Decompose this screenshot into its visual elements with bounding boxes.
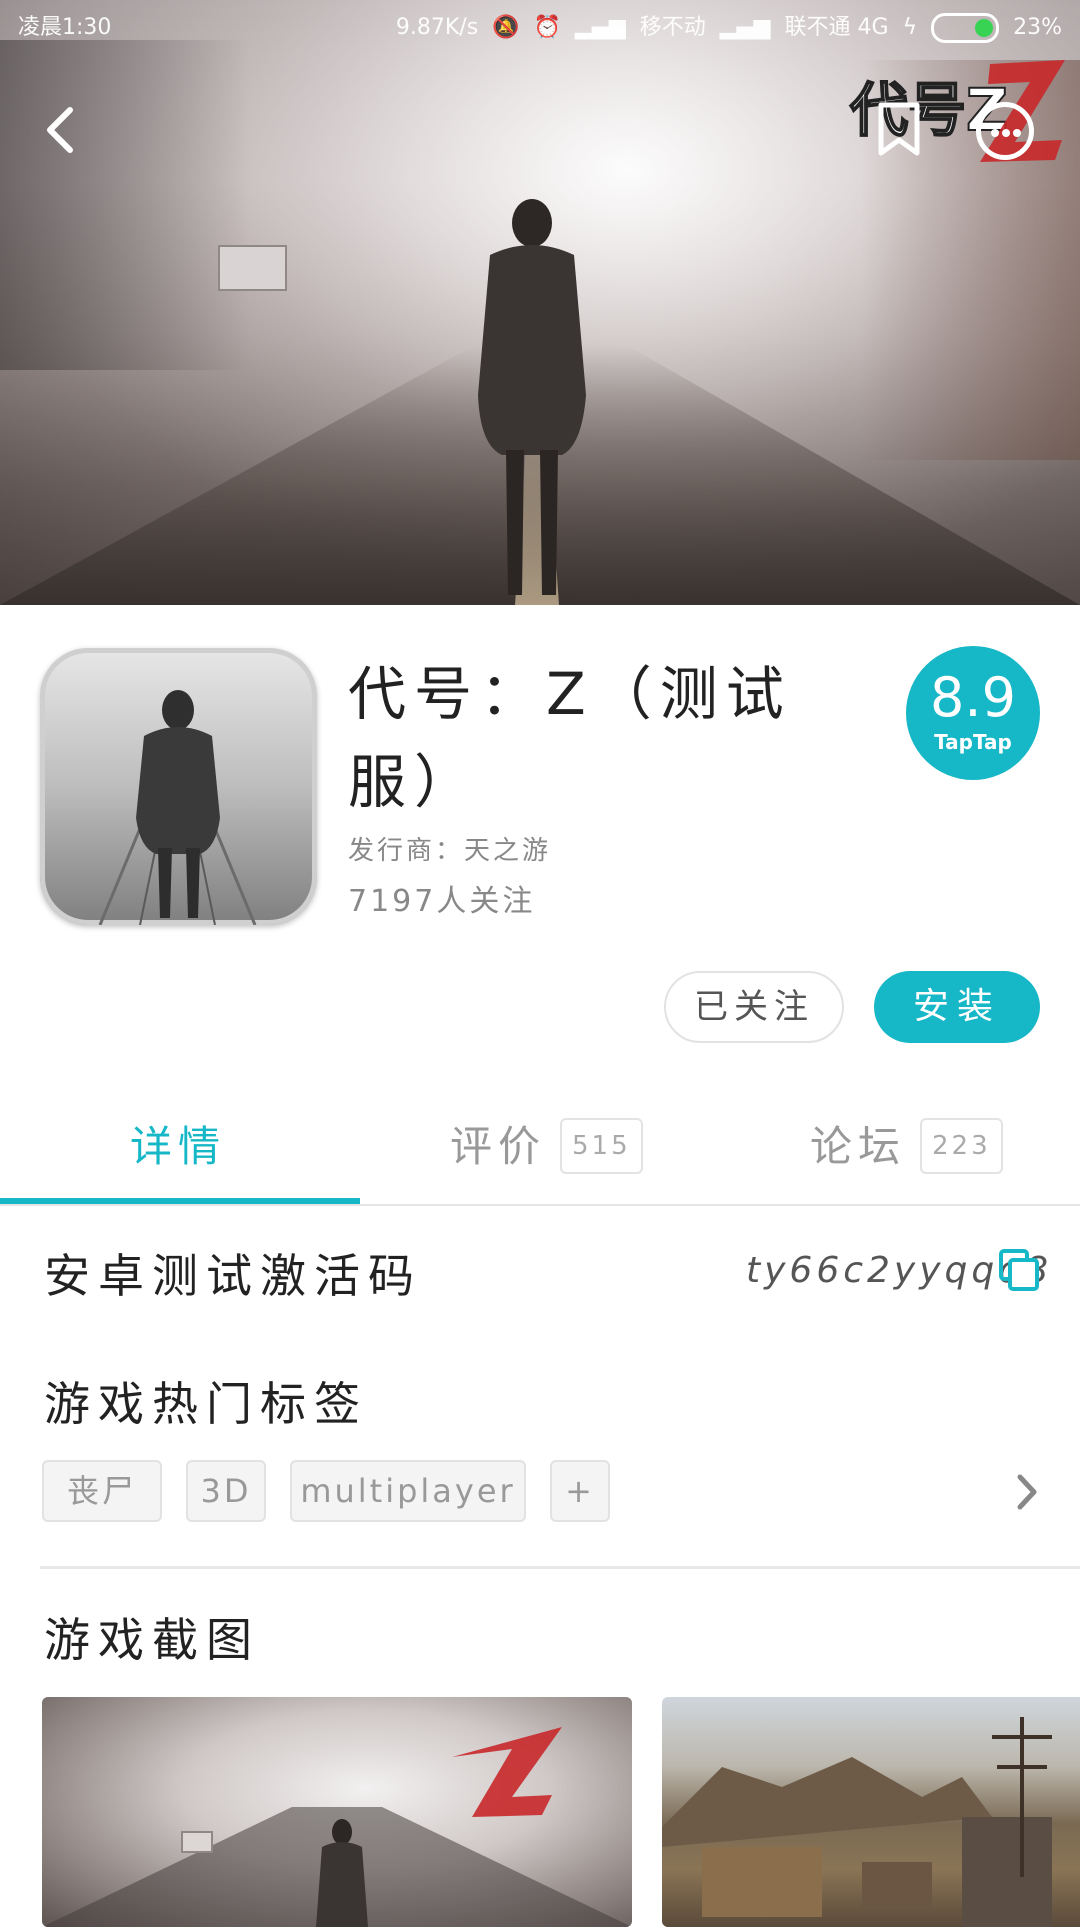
screenshots-title: 游戏截图 — [44, 1613, 260, 1667]
app-followers: 7197人关注 — [348, 884, 536, 919]
app-title: 代号：Z（测试服） — [348, 660, 792, 816]
tab-details[interactable]: 详情 — [130, 1110, 226, 1204]
screenshot-thumbnail[interactable] — [662, 1697, 1080, 1927]
tab-bar: 详情 评价 515 论坛 223 — [0, 1110, 1080, 1206]
tab-forum-label: 论坛 — [810, 1122, 907, 1171]
chevron-right-icon[interactable] — [1014, 1472, 1040, 1512]
tab-forum[interactable]: 论坛 223 — [810, 1110, 1003, 1204]
signal-icon: ▂▄▆ — [574, 15, 626, 40]
status-speed: 9.87K/s — [395, 15, 479, 40]
status-bar: 凌晨1:30 9.87K/s 🔕 ⏰ ▂▄▆ 移不动 ▂▄▆ 联不通 4G ϟ … — [0, 0, 1080, 56]
score-badge: 8.9 TapTap — [906, 646, 1040, 780]
status-carrier2: 联不通 4G — [784, 15, 889, 40]
status-battery: 23% — [1013, 15, 1062, 40]
activation-title: 安卓测试激活码 — [44, 1249, 422, 1303]
hero-trees-left — [0, 40, 250, 370]
tab-reviews-count: 515 — [560, 1118, 643, 1174]
tab-active-indicator — [0, 1198, 360, 1204]
tab-forum-count: 223 — [920, 1118, 1003, 1174]
mute-icon: 🔕 — [492, 15, 520, 40]
add-tag-button[interactable]: + — [550, 1460, 610, 1522]
hero-sign — [218, 245, 287, 291]
alarm-icon: ⏰ — [533, 15, 561, 40]
tag-chip[interactable]: multiplayer — [290, 1460, 526, 1522]
bookmark-icon[interactable] — [876, 100, 922, 158]
more-icon[interactable] — [976, 102, 1034, 160]
screenshot-thumbnail[interactable] — [42, 1697, 632, 1927]
back-icon[interactable] — [36, 100, 86, 160]
tab-reviews[interactable]: 评价 515 — [450, 1110, 643, 1204]
hero-person-silhouette — [478, 199, 586, 595]
install-button[interactable]: 安装 — [874, 971, 1040, 1043]
tags-title: 游戏热门标签 — [44, 1377, 368, 1431]
status-carrier1: 移不动 — [639, 15, 706, 40]
follow-button[interactable]: 已关注 — [664, 971, 844, 1043]
copy-icon[interactable] — [998, 1248, 1040, 1292]
tag-chip[interactable]: 丧尸 — [42, 1460, 162, 1522]
hero-banner: 凌晨1:30 9.87K/s 🔕 ⏰ ▂▄▆ 移不动 ▂▄▆ 联不通 4G ϟ … — [0, 0, 1080, 605]
status-time: 凌晨1:30 — [18, 15, 112, 40]
app-icon — [40, 648, 317, 925]
tab-reviews-label: 评价 — [450, 1122, 547, 1171]
tab-details-label: 详情 — [130, 1122, 227, 1171]
score-value: 8.9 — [930, 666, 1016, 729]
score-brand: TapTap — [934, 730, 1012, 754]
game-logo: 代号Z — [840, 52, 1070, 167]
battery-icon — [931, 13, 1000, 43]
app-publisher: 发行商：天之游 — [348, 836, 552, 866]
signal-icon-2: ▂▄▆ — [719, 15, 771, 40]
tag-chip[interactable]: 3D — [186, 1460, 266, 1522]
charging-icon: ϟ — [902, 15, 918, 40]
section-divider — [40, 1566, 1080, 1569]
